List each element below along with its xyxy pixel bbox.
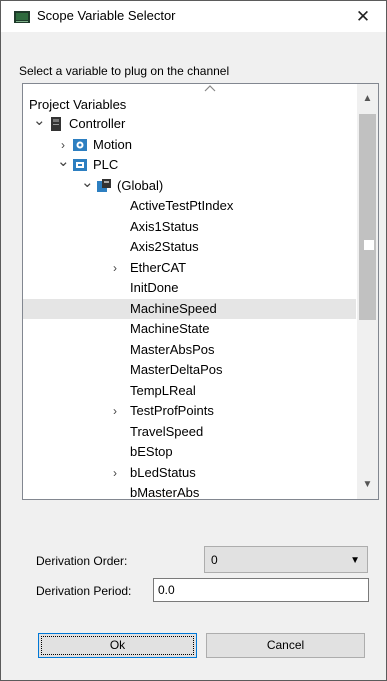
tree-item[interactable]: › Motion — [23, 135, 356, 155]
global-icon — [96, 178, 112, 194]
tree-item-label: bEStop — [130, 444, 173, 459]
scrollbar-thumb[interactable] — [359, 114, 376, 320]
tree-item[interactable]: TempLReal — [23, 381, 356, 401]
tree-item[interactable]: › EtherCAT — [23, 258, 356, 278]
instruction-text: Select a variable to plug on the channel — [19, 64, 230, 78]
tree-item[interactable]: ⌄ PLC — [23, 154, 356, 175]
app-icon — [14, 11, 30, 23]
scroll-up-icon[interactable]: ▲ — [357, 90, 378, 107]
tree-item[interactable]: › bLedStatus — [23, 463, 356, 483]
tree-item-label: InitDone — [130, 280, 179, 295]
chevron-down-icon[interactable]: ⌄ — [57, 154, 70, 175]
tree-item[interactable]: MasterAbsPos — [23, 340, 356, 360]
title-bar[interactable]: Scope Variable Selector ✕ — [1, 1, 386, 32]
tree-item-label: MachineSpeed — [130, 301, 217, 316]
tree-item-label: Controller — [69, 116, 126, 131]
close-button[interactable]: ✕ — [340, 1, 386, 32]
variable-tree[interactable]: Project Variables ⌄ Controller › Motion ⌄ PLC… — [22, 83, 379, 500]
tree-item-label: TestProfPoints — [130, 403, 214, 418]
ok-button[interactable]: Ok — [38, 633, 197, 658]
tree-item[interactable]: Axis1Status — [23, 217, 356, 237]
tree-scrollbar[interactable]: ▲ ▼ — [357, 84, 378, 499]
tree-item[interactable]: ⌄ (Global) — [23, 175, 356, 196]
tree-item-label: MachineState — [130, 321, 210, 336]
chevron-right-icon[interactable]: › — [109, 258, 121, 278]
chevron-right-icon[interactable]: › — [109, 463, 121, 483]
tree-item-label: EtherCAT — [130, 260, 187, 275]
tree-item-label: MasterAbsPos — [130, 342, 215, 357]
tree-item-label: Motion — [93, 137, 133, 152]
tree-body: ⌄ Controller › Motion ⌄ PLC ⌄ (Global) ActiveTes… — [23, 114, 356, 499]
tree-item-label: Axis2Status — [130, 239, 199, 254]
tree-item[interactable]: ⌄ Controller — [23, 114, 356, 134]
tree-item[interactable]: MachineSpeed — [23, 299, 356, 319]
tree-item[interactable]: › TestProfPoints — [23, 401, 356, 421]
tree-item[interactable]: bEStop — [23, 442, 356, 462]
chevron-right-icon[interactable]: › — [57, 135, 69, 155]
chevron-down-icon[interactable]: ⌄ — [33, 114, 46, 134]
sort-up-icon — [204, 85, 216, 92]
tree-item-label: ActiveTestPtIndex — [130, 198, 234, 213]
scroll-down-icon[interactable]: ▼ — [357, 476, 378, 493]
tree-item-label: (Global) — [117, 178, 164, 193]
close-icon: ✕ — [355, 7, 371, 26]
derivation-order-select[interactable]: 0 ▼ — [204, 546, 368, 573]
tree-item-label: MasterDeltaPos — [130, 362, 223, 377]
derivation-order-label: Derivation Order: — [36, 554, 128, 568]
tree-item[interactable]: ActiveTestPtIndex — [23, 196, 356, 216]
tree-item-label: bMasterAbs — [130, 485, 200, 499]
tree-item-label: bLedStatus — [130, 465, 196, 480]
tree-item[interactable]: InitDone — [23, 278, 356, 298]
tree-item-label: TravelSpeed — [130, 424, 204, 439]
scrollbar-grip — [364, 240, 374, 250]
tree-item-label: Axis1Status — [130, 219, 199, 234]
tree-item[interactable]: MasterDeltaPos — [23, 360, 356, 380]
tree-item[interactable]: bMasterAbs — [23, 483, 356, 499]
derivation-period-label: Derivation Period: — [36, 584, 132, 598]
scope-variable-selector-dialog: Scope Variable Selector ✕ Select a varia… — [0, 0, 387, 681]
window-title: Scope Variable Selector — [37, 8, 176, 23]
tree-column-header[interactable]: Project Variables — [23, 84, 356, 114]
cancel-button[interactable]: Cancel — [206, 633, 365, 658]
chevron-down-icon: ▼ — [350, 555, 360, 566]
derivation-period-input[interactable] — [153, 578, 369, 602]
tree-item[interactable]: MachineState — [23, 319, 356, 339]
derivation-order-value: 0 — [211, 553, 218, 567]
chevron-right-icon[interactable]: › — [109, 401, 121, 421]
plc-icon — [72, 157, 88, 173]
chevron-down-icon[interactable]: ⌄ — [81, 175, 94, 196]
motion-icon — [72, 137, 88, 153]
tree-header-label: Project Variables — [29, 97, 127, 112]
controller-icon — [48, 116, 64, 132]
tree-item-label: TempLReal — [130, 383, 196, 398]
tree-item[interactable]: TravelSpeed — [23, 422, 356, 442]
tree-item[interactable]: Axis2Status — [23, 237, 356, 257]
tree-item-label: PLC — [93, 157, 119, 172]
